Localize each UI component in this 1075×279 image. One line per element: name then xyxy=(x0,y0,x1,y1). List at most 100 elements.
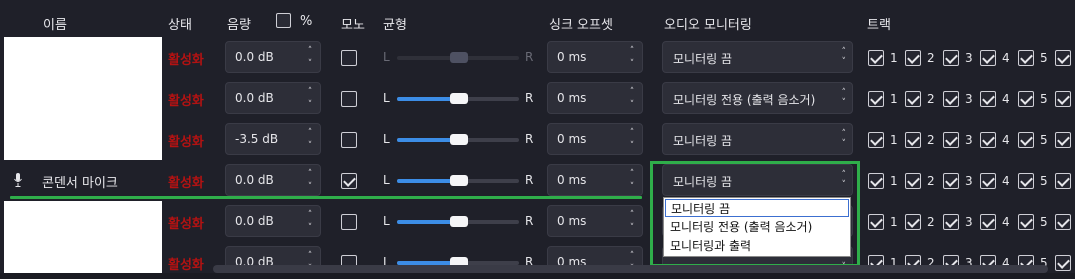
balance-slider-handle[interactable] xyxy=(450,175,468,186)
track-6-checkbox[interactable] xyxy=(1055,50,1071,66)
monitoring-select[interactable]: 모니터링 끔 ˄ ˅ xyxy=(662,123,853,155)
track-4-checkbox[interactable] xyxy=(980,50,996,66)
track-6-checkbox[interactable] xyxy=(1055,132,1071,148)
chevron-up-icon[interactable]: ˄ xyxy=(627,47,637,56)
track-4-checkbox[interactable] xyxy=(980,214,996,230)
sync-offset-spinbox[interactable]: 0 ms ˄ ˅ xyxy=(547,164,643,196)
status-label[interactable]: 활성화 xyxy=(168,213,204,232)
track-4-checkbox[interactable] xyxy=(980,173,996,189)
chevron-down-icon[interactable]: ˅ xyxy=(305,60,315,69)
chevron-up-icon[interactable]: ˄ xyxy=(627,129,637,138)
track-2-checkbox[interactable] xyxy=(905,50,921,66)
chevron-down-icon[interactable]: ˅ xyxy=(627,142,637,151)
status-label[interactable]: 활성화 xyxy=(168,172,204,191)
track-3-checkbox[interactable] xyxy=(943,173,959,189)
status-label[interactable]: 활성화 xyxy=(168,131,204,150)
track-3-checkbox[interactable] xyxy=(943,50,959,66)
track-3-checkbox[interactable] xyxy=(943,132,959,148)
volume-spinbox[interactable]: 0.0 dB ˄ ˅ xyxy=(225,41,321,73)
chevron-down-icon[interactable]: ˅ xyxy=(305,183,315,192)
status-label[interactable]: 활성화 xyxy=(168,49,204,68)
volume-spinbox[interactable]: 0.0 dB ˄ ˅ xyxy=(225,164,321,196)
track-2-checkbox[interactable] xyxy=(905,173,921,189)
chevron-up-icon[interactable]: ˄ xyxy=(305,252,315,261)
chevron-down-icon[interactable]: ˅ xyxy=(305,101,315,110)
chevron-up-icon[interactable]: ˄ xyxy=(627,170,637,179)
chevron-up-icon[interactable]: ˄ xyxy=(305,170,315,179)
track-3-checkbox[interactable] xyxy=(943,91,959,107)
balance-slider-handle[interactable] xyxy=(450,93,468,104)
header-volume: 음량 xyxy=(227,18,251,33)
chevron-down-icon[interactable]: ˅ xyxy=(627,183,637,192)
sync-offset-spinbox[interactable]: 0 ms ˄ ˅ xyxy=(547,41,643,73)
sync-offset-spinbox[interactable]: 0 ms ˄ ˅ xyxy=(547,82,643,114)
chevron-down-icon[interactable]: ˅ xyxy=(305,142,315,151)
chevron-up-icon[interactable]: ˄ xyxy=(305,47,315,56)
monitoring-select[interactable]: 모니터링 전용 (출력 음소거) ˄ ˅ xyxy=(662,82,853,114)
balance-slider-handle[interactable] xyxy=(450,52,468,63)
track-2-label: 2 xyxy=(927,51,935,65)
sync-offset-spinbox[interactable]: 0 ms ˄ ˅ xyxy=(547,123,643,155)
track-4-checkbox[interactable] xyxy=(980,91,996,107)
track-4-checkbox[interactable] xyxy=(980,132,996,148)
track-5-checkbox[interactable] xyxy=(1018,91,1034,107)
sync-offset-value: 0 ms xyxy=(557,173,587,187)
mono-checkbox[interactable] xyxy=(341,132,357,148)
track-6-checkbox[interactable] xyxy=(1055,173,1071,189)
header-audio-monitoring: 오디오 모니터링 xyxy=(664,18,752,33)
status-label[interactable]: 활성화 xyxy=(168,254,204,273)
mono-checkbox[interactable] xyxy=(341,91,357,107)
sync-offset-value: 0 ms xyxy=(557,50,587,64)
mono-checkbox[interactable] xyxy=(341,173,357,189)
track-6-checkbox[interactable] xyxy=(1055,255,1071,271)
track-5-checkbox[interactable] xyxy=(1018,50,1034,66)
chevron-up-icon[interactable]: ˄ xyxy=(305,211,315,220)
chevron-up-icon[interactable]: ˄ xyxy=(305,88,315,97)
track-1-checkbox[interactable] xyxy=(868,50,884,66)
track-5-checkbox[interactable] xyxy=(1018,173,1034,189)
sync-offset-value: 0 ms xyxy=(557,132,587,146)
chevron-down-icon[interactable]: ˅ xyxy=(305,224,315,233)
volume-spinbox[interactable]: -3.5 dB ˄ ˅ xyxy=(225,123,321,155)
volume-spinbox[interactable]: 0.0 dB ˄ ˅ xyxy=(225,82,321,114)
track-6-checkbox[interactable] xyxy=(1055,214,1071,230)
balance-slider-handle[interactable] xyxy=(450,134,468,145)
balance-slider[interactable] xyxy=(397,134,519,145)
track-1-checkbox[interactable] xyxy=(868,214,884,230)
volume-value: 0.0 dB xyxy=(235,214,274,228)
chevron-up-icon[interactable]: ˄ xyxy=(627,88,637,97)
track-5-checkbox[interactable] xyxy=(1018,132,1034,148)
track-1-checkbox[interactable] xyxy=(868,91,884,107)
percent-checkbox[interactable] xyxy=(276,13,291,28)
track-4-label: 4 xyxy=(1002,215,1010,229)
chevron-up-icon[interactable]: ˄ xyxy=(305,129,315,138)
track-2-checkbox[interactable] xyxy=(905,214,921,230)
track-1-label: 1 xyxy=(890,174,898,188)
chevron-up-icon[interactable]: ˄ xyxy=(627,211,637,220)
track-1-checkbox[interactable] xyxy=(868,173,884,189)
horizontal-scrollbar[interactable] xyxy=(213,265,1048,273)
chevron-down-icon[interactable]: ˅ xyxy=(627,101,637,110)
monitoring-select[interactable]: 모니터링 끔 ˄ ˅ xyxy=(662,41,853,73)
chevron-down-icon[interactable]: ˅ xyxy=(627,60,637,69)
chevron-down-icon[interactable]: ˅ xyxy=(627,224,637,233)
track-1-checkbox[interactable] xyxy=(868,132,884,148)
balance-slider[interactable] xyxy=(397,175,519,186)
mono-checkbox[interactable] xyxy=(341,214,357,230)
sync-offset-spinbox[interactable]: 0 ms ˄ ˅ xyxy=(547,205,643,237)
track-3-checkbox[interactable] xyxy=(943,214,959,230)
chevron-up-icon[interactable]: ˄ xyxy=(627,252,637,261)
balance-slider[interactable] xyxy=(397,93,519,104)
track-2-checkbox[interactable] xyxy=(905,91,921,107)
balance-slider[interactable] xyxy=(397,52,519,63)
mono-checkbox[interactable] xyxy=(341,50,357,66)
source-name: 콘덴서 마이크 xyxy=(42,176,118,191)
track-5-checkbox[interactable] xyxy=(1018,214,1034,230)
volume-spinbox[interactable]: 0.0 dB ˄ ˅ xyxy=(225,205,321,237)
track-2-checkbox[interactable] xyxy=(905,132,921,148)
track-5-label: 5 xyxy=(1040,92,1048,106)
track-6-checkbox[interactable] xyxy=(1055,91,1071,107)
balance-slider[interactable] xyxy=(397,216,519,227)
balance-slider-handle[interactable] xyxy=(450,216,468,227)
status-label[interactable]: 활성화 xyxy=(168,90,204,109)
